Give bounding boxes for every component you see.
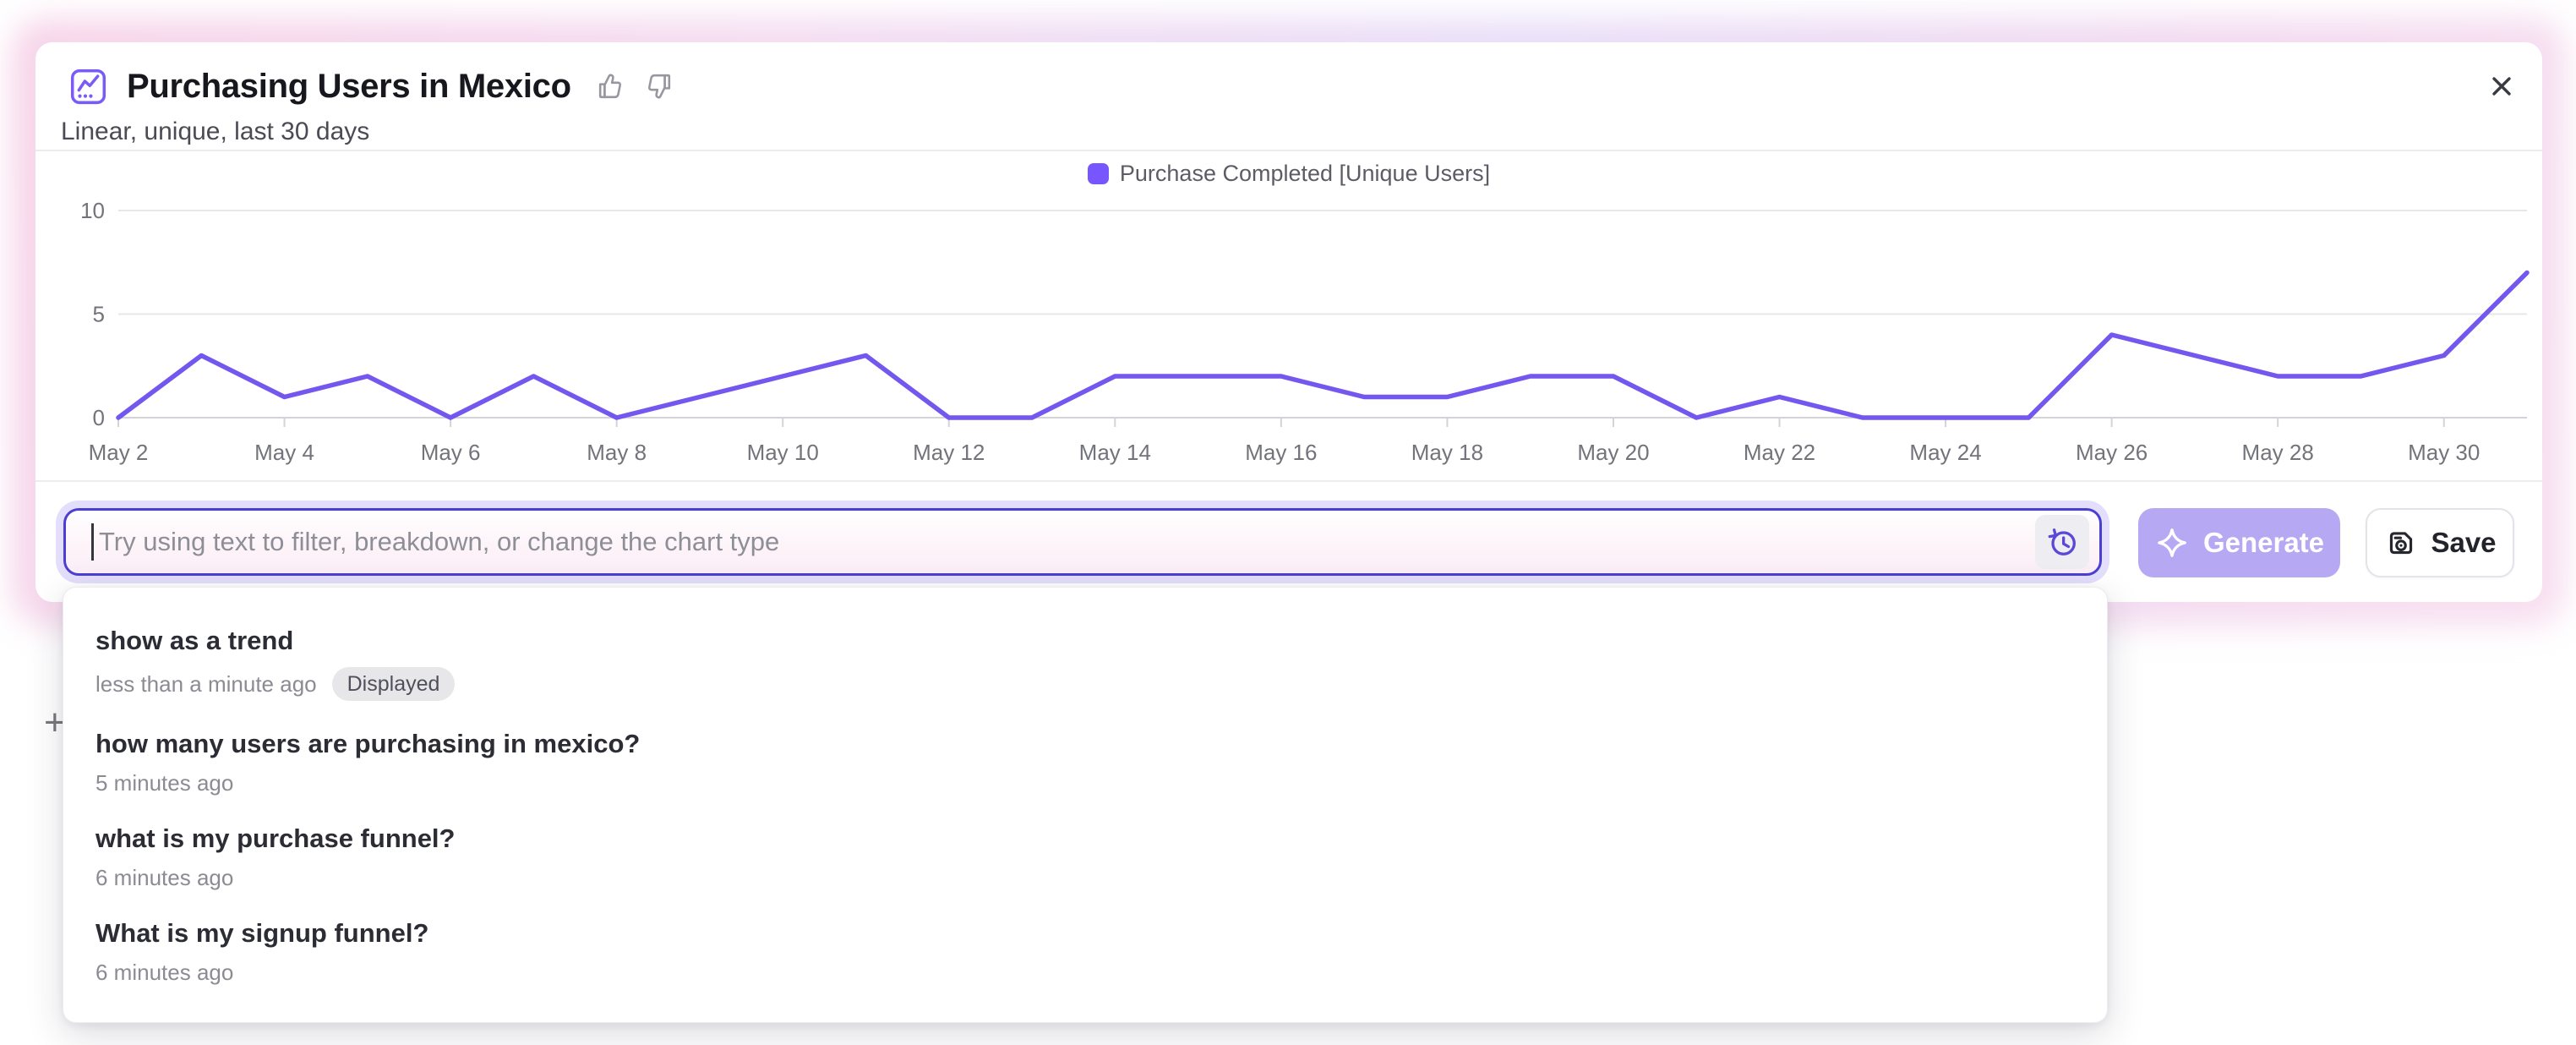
svg-text:May 8: May 8 <box>587 440 647 465</box>
header-divider <box>35 150 2542 151</box>
generate-button[interactable]: Generate <box>2138 508 2340 577</box>
page-title: Purchasing Users in Mexico <box>127 66 571 107</box>
history-item-title: how many users are purchasing in mexico? <box>96 728 2075 760</box>
thumbs-up-icon[interactable] <box>595 70 627 102</box>
svg-text:5: 5 <box>93 302 105 327</box>
line-chart: 0 5 10 May 2 May 4 May 6 May 8 May 10 May 12 May … <box>35 152 2542 490</box>
prompt-history-dropdown: show as a trend less than a minute ago D… <box>63 587 2108 1023</box>
ai-chart-builder-page: Purchasing Users in Mexico Linear, uniqu… <box>0 0 2576 1045</box>
line-chart-in-square-icon <box>68 67 108 107</box>
svg-text:10: 10 <box>80 198 105 223</box>
svg-text:May 16: May 16 <box>1245 440 1317 465</box>
svg-text:May 24: May 24 <box>1909 440 1981 465</box>
save-button[interactable]: Save <box>2366 508 2514 577</box>
history-item-time: 5 minutes ago <box>96 770 233 796</box>
svg-text:May 22: May 22 <box>1744 440 1815 465</box>
svg-text:0: 0 <box>93 405 105 430</box>
svg-text:May 10: May 10 <box>747 440 819 465</box>
chart-input-divider <box>35 480 2542 482</box>
chart-card: Purchasing Users in Mexico Linear, uniqu… <box>35 42 2542 602</box>
svg-text:May 12: May 12 <box>913 440 985 465</box>
svg-text:May 30: May 30 <box>2408 440 2480 465</box>
history-item-time: 6 minutes ago <box>96 960 233 985</box>
svg-text:May 4: May 4 <box>254 440 314 465</box>
svg-text:May 6: May 6 <box>421 440 481 465</box>
svg-text:May 14: May 14 <box>1079 440 1151 465</box>
svg-text:May 18: May 18 <box>1411 440 1483 465</box>
history-item-title: what is my purchase funnel? <box>96 823 2075 855</box>
feedback-buttons <box>595 70 674 102</box>
generate-button-label: Generate <box>2203 527 2324 559</box>
ai-prompt-input[interactable]: Try using text to filter, breakdown, or … <box>63 508 2102 576</box>
history-item[interactable]: how many users are purchasing in mexico?… <box>63 714 2107 809</box>
text-caret <box>91 523 94 561</box>
floppy-save-icon <box>2383 525 2419 561</box>
svg-text:May 26: May 26 <box>2076 440 2148 465</box>
history-item[interactable]: show as a trend less than a minute ago D… <box>63 611 2107 714</box>
history-item[interactable]: What is my signup funnel? 6 minutes ago <box>63 904 2107 998</box>
restore-history-clock-icon <box>2044 523 2081 561</box>
prompt-history-button[interactable] <box>2035 515 2089 569</box>
save-button-label: Save <box>2431 527 2496 559</box>
card-header: Purchasing Users in Mexico <box>35 42 2542 107</box>
close-icon[interactable] <box>2485 69 2519 103</box>
thumbs-down-icon[interactable] <box>642 70 674 102</box>
svg-text:May 28: May 28 <box>2242 440 2314 465</box>
svg-text:May 20: May 20 <box>1577 440 1649 465</box>
history-item-meta: less than a minute ago Displayed <box>96 667 2075 701</box>
history-item-meta: 6 minutes ago <box>96 865 2075 890</box>
history-item-time: less than a minute ago <box>96 671 317 697</box>
svg-text:May 2: May 2 <box>89 440 149 465</box>
ai-prompt-placeholder: Try using text to filter, breakdown, or … <box>99 527 779 557</box>
history-item-title: What is my signup funnel? <box>96 917 2075 949</box>
history-item-meta: 5 minutes ago <box>96 770 2075 796</box>
sparkle-icon <box>2154 525 2190 561</box>
status-badge: Displayed <box>332 667 456 701</box>
history-item-title: show as a trend <box>96 625 2075 657</box>
history-item-meta: 6 minutes ago <box>96 960 2075 985</box>
chart-settings-subtitle: Linear, unique, last 30 days <box>61 117 2542 147</box>
history-item[interactable]: what is my purchase funnel? 6 minutes ag… <box>63 809 2107 904</box>
history-item-time: 6 minutes ago <box>96 865 233 890</box>
